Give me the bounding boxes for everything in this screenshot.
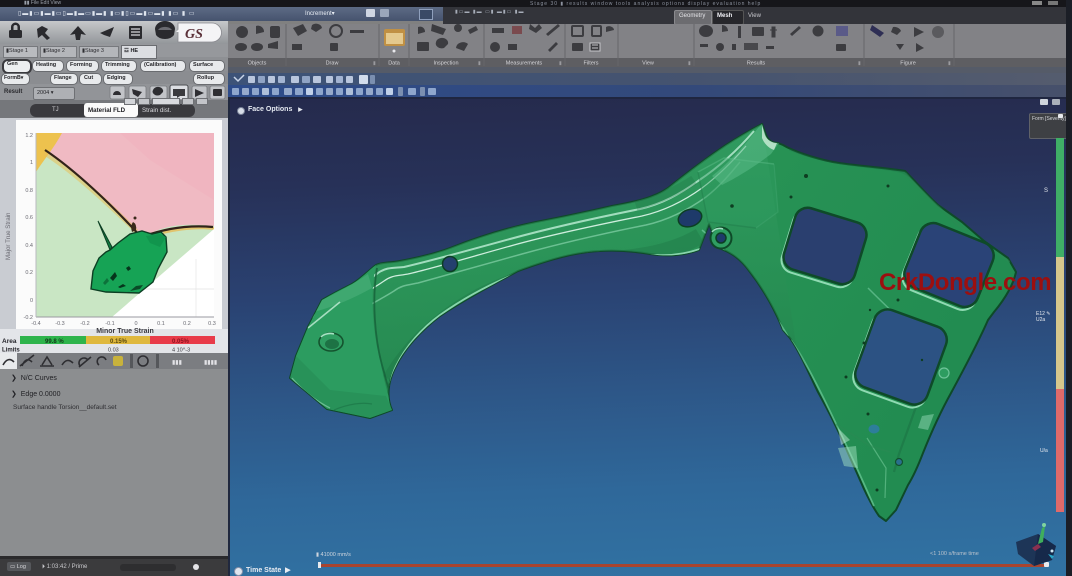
svg-text:Inspection: Inspection [433,61,458,67]
svg-text:0.1: 0.1 [157,321,165,327]
svg-text:0.2: 0.2 [25,270,33,276]
svg-text:1: 1 [30,160,33,166]
svg-text:▮: ▮ [373,61,376,67]
svg-text:0.6: 0.6 [25,215,33,221]
svg-text:▮: ▮ [478,61,481,67]
svg-text:-0.3: -0.3 [55,321,64,327]
svg-text:99.8 %: 99.8 % [45,339,64,345]
svg-text:0.8: 0.8 [25,188,33,194]
svg-text:▮: ▮ [559,61,562,67]
svg-text:0.3: 0.3 [208,321,216,327]
svg-text:Major True Strain: Major True Strain [5,212,12,260]
svg-text:0.4: 0.4 [25,243,33,249]
svg-text:1.2: 1.2 [25,133,33,139]
svg-text:0.2: 0.2 [183,321,191,327]
svg-text:Data: Data [388,61,401,67]
svg-text:-0.2: -0.2 [80,321,89,327]
svg-text:0: 0 [134,321,137,327]
svg-text:Draw: Draw [326,61,339,67]
svg-text:Filters: Filters [584,61,599,67]
svg-text:Minor True Strain: Minor True Strain [96,328,154,335]
svg-text:▮: ▮ [858,61,861,67]
svg-text:▮▮▮▮: ▮▮▮▮ [204,360,217,366]
svg-text:Objects: Objects [248,61,267,67]
svg-text:0: 0 [30,298,33,304]
svg-text:0.05%: 0.05% [172,339,190,345]
svg-text:Area: Area [2,338,17,345]
svg-text:▮: ▮ [688,61,691,67]
svg-text:Results: Results [747,61,766,67]
svg-text:▮▮▮: ▮▮▮ [172,360,182,366]
svg-text:GS: GS [185,27,203,42]
svg-text:-0.4: -0.4 [31,321,40,327]
svg-text:Figure: Figure [900,61,916,67]
svg-text:View: View [642,61,654,67]
svg-text:▮: ▮ [948,61,951,67]
svg-text:Measurements: Measurements [506,61,543,67]
svg-text:-0.1: -0.1 [105,321,114,327]
svg-text:0.15%: 0.15% [110,339,128,345]
